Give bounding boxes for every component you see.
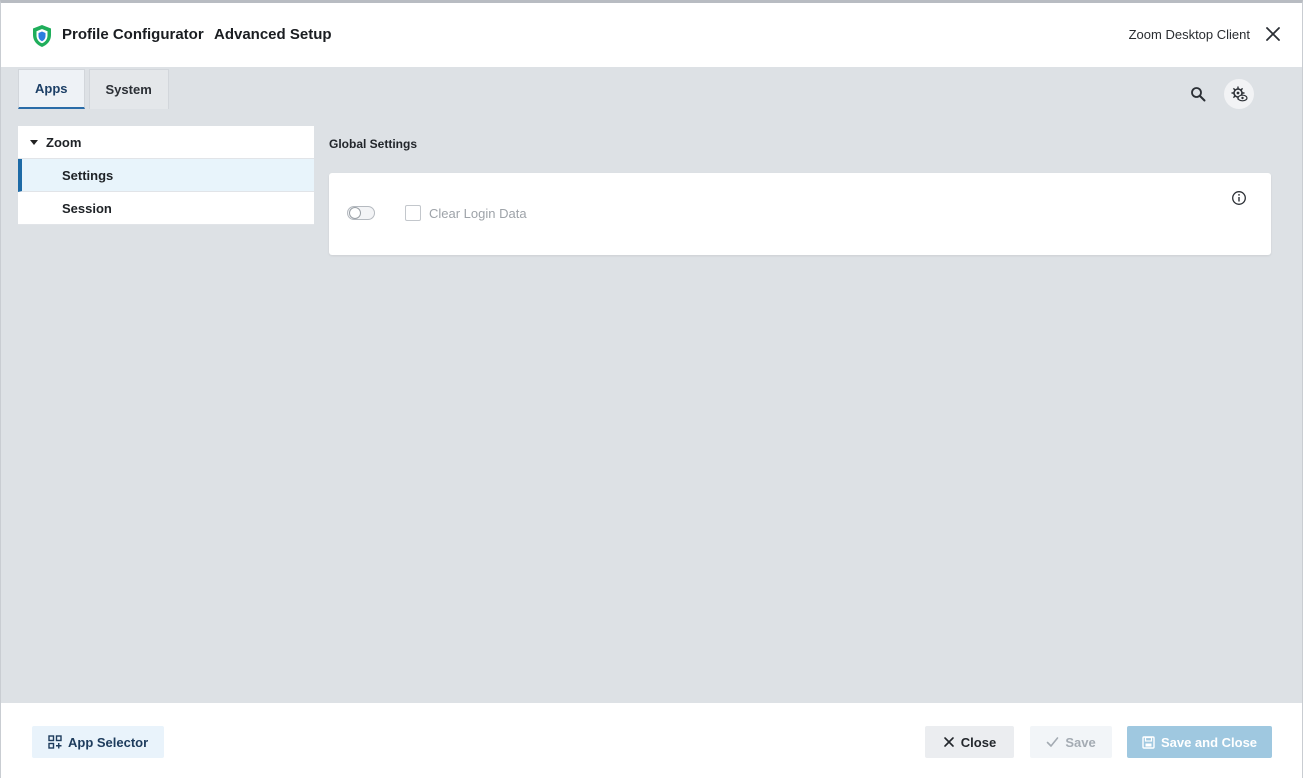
close-icon [943,737,954,747]
check-icon [1047,737,1059,747]
save-and-close-button[interactable]: Save and Close [1127,726,1272,758]
floppy-disk-icon [1142,735,1155,749]
app-tree: Zoom Settings Session [18,126,314,225]
caret-down-icon[interactable] [30,139,38,145]
tab-apps[interactable]: Apps [18,69,85,109]
tree-item-settings[interactable]: Settings [18,159,314,192]
tab-bar: Apps System [18,69,173,109]
save-and-close-label: Save and Close [1160,734,1258,750]
app-selector-label: App Selector [68,734,149,750]
close-label: Close [960,734,997,750]
footer: App Selector Close Save Save and Close [1,703,1302,778]
profile-configurator-window: Profile Configurator Advanced Setup Zoom… [0,0,1303,778]
tree-item-session[interactable]: Session [18,192,314,225]
tree-item-zoom[interactable]: Zoom [18,126,314,159]
tree-item-label: Session [62,200,112,216]
app-grid-icon [48,735,62,749]
client-name-label: Zoom Desktop Client [1128,27,1250,42]
close-icon[interactable] [1264,25,1282,43]
header: Profile Configurator Advanced Setup Zoom… [1,3,1302,67]
section-title: Global Settings [329,137,418,151]
view-settings-button[interactable] [1224,79,1254,109]
clear-login-data-checkbox[interactable] [405,205,421,221]
page-title: Advanced Setup [214,26,332,43]
search-icon[interactable] [1189,85,1207,103]
tree-item-label: Zoom [46,134,82,150]
toggle-knob [349,207,361,219]
save-label: Save [1065,734,1096,750]
app-selector-button[interactable]: App Selector [32,726,165,758]
app-title: Profile Configurator [62,26,204,43]
shield-logo-icon [33,25,51,47]
checkbox-label: Clear Login Data [429,206,527,221]
save-button[interactable]: Save [1030,726,1112,758]
gear-eye-icon [1231,86,1248,102]
setting-card: Clear Login Data [329,173,1271,255]
close-button[interactable]: Close [925,726,1014,758]
tree-item-label: Settings [62,167,114,183]
enable-toggle[interactable] [347,206,375,220]
info-icon[interactable] [1231,190,1247,206]
tab-system[interactable]: System [88,69,169,109]
